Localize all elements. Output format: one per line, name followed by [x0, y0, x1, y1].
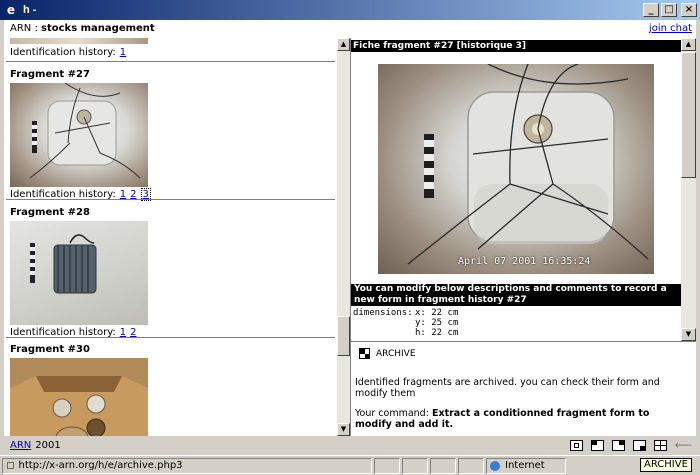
dimension-y-value: 25 cm: [431, 318, 459, 328]
fragment-list-pane: Identification history: 1 Fragment #27 Id…: [4, 38, 337, 436]
globe-icon: [490, 460, 500, 471]
page-icon: ▢: [6, 460, 15, 471]
scroll-down-arrow[interactable]: ▼: [337, 423, 350, 436]
tooltip: ARCHIVE: [640, 458, 692, 472]
dimensions-label: dimensions:: [353, 308, 413, 318]
page-footer: ARN 2001 ⟵: [4, 436, 696, 454]
grid-tool-icon[interactable]: [653, 439, 667, 451]
fragment-title: Fragment #30: [10, 344, 90, 355]
command-pane: ARCHIVE Identified fragments are archive…: [350, 341, 696, 436]
scroll-thumb[interactable]: [337, 316, 350, 356]
status-url-cell: ▢ http://x-arn.org/h/e/archive.php3: [2, 457, 372, 474]
dimension-h-value: 22 cm: [431, 328, 459, 338]
status-url: http://x-arn.org/h/e/archive.php3: [18, 460, 183, 471]
archive-label: ARCHIVE: [376, 348, 416, 359]
arn-link[interactable]: ARN: [10, 440, 31, 451]
scroll-up-arrow[interactable]: ▲: [337, 38, 350, 51]
footer-year: 2001: [35, 439, 61, 451]
status-zone: Internet: [505, 460, 545, 471]
fragment-28-thumbnail[interactable]: [10, 221, 148, 325]
photo-timestamp: April 07 2001 16:35:24: [458, 256, 591, 267]
right-pane-scrollbar[interactable]: ▲ ▼: [681, 38, 696, 341]
dimension-x-value: 22 cm: [431, 308, 459, 318]
fragment-27-thumbnail[interactable]: [10, 83, 148, 187]
status-cell: [402, 457, 428, 474]
browser-icon: e: [6, 3, 16, 17]
fiche-title: Fiche fragment #27 [historique 3]: [351, 40, 681, 52]
maximize-button[interactable]: □: [661, 3, 677, 17]
divider: [6, 61, 335, 62]
page-header: ARN : stocks management join chat: [4, 20, 696, 38]
fragment-30-thumbnail[interactable]: [10, 358, 148, 436]
history-link-1[interactable]: 1: [120, 47, 126, 58]
fragment-thumbnail-partial[interactable]: [10, 38, 148, 44]
fragment-title: Fragment #28: [10, 207, 90, 218]
status-cell: [458, 457, 484, 474]
crosshair-tool-icon[interactable]: [569, 439, 583, 451]
minimize-button[interactable]: _: [643, 3, 659, 17]
window-title-bar[interactable]: e h - _ □ ×: [0, 0, 700, 20]
quadrant-top-left-icon[interactable]: [590, 439, 604, 451]
quadrant-bottom-right-icon[interactable]: [632, 439, 646, 451]
fragment-title: Fragment #27: [10, 69, 90, 80]
modify-banner: You can modify below descriptions and co…: [351, 284, 681, 306]
app-title: ARN : stocks management: [10, 23, 155, 34]
scroll-thumb[interactable]: [681, 52, 696, 178]
fragment-28-item: Fragment #28 Identification history: 1 2: [10, 207, 335, 338]
dimensions-block: dimensions: x: 22 cm y: 25 cm h: 22 cm: [353, 308, 459, 338]
fragment-history-top: Identification history: 1: [10, 47, 127, 58]
archive-icon: [359, 348, 370, 359]
footer-toolbar: ⟵: [569, 438, 692, 452]
archive-info-text: Identified fragments are archived. you c…: [355, 377, 660, 399]
quadrant-top-right-icon[interactable]: [611, 439, 625, 451]
status-cell: [430, 457, 456, 474]
status-cell: [374, 457, 400, 474]
scroll-up-arrow[interactable]: ▲: [681, 38, 696, 51]
command-line: Your command: Extract a conditionned fra…: [355, 408, 650, 430]
status-zone-cell: Internet: [486, 457, 566, 474]
browser-status-bar: ▢ http://x-arn.org/h/e/archive.php3 Inter…: [0, 455, 700, 475]
fragment-detail-pane: Fiche fragment #27 [historique 3] April …: [350, 38, 681, 341]
divider: [6, 199, 335, 200]
window-title: h -: [23, 4, 37, 16]
close-button[interactable]: ×: [681, 3, 697, 17]
left-pane-scrollbar[interactable]: ▲ ▼: [337, 38, 350, 436]
join-chat-link[interactable]: join chat: [649, 23, 696, 34]
fragment-27-item: Fragment #27 Identification history: 1 2 3: [10, 69, 335, 201]
scroll-down-arrow[interactable]: ▼: [681, 328, 696, 341]
fragment-27-photo: April 07 2001 16:35:24: [378, 64, 654, 274]
fragment-30-item: Fragment #30: [10, 344, 335, 436]
archive-header[interactable]: ARCHIVE: [359, 348, 416, 359]
divider: [6, 337, 335, 338]
back-arrow-icon[interactable]: ⟵: [675, 438, 692, 452]
